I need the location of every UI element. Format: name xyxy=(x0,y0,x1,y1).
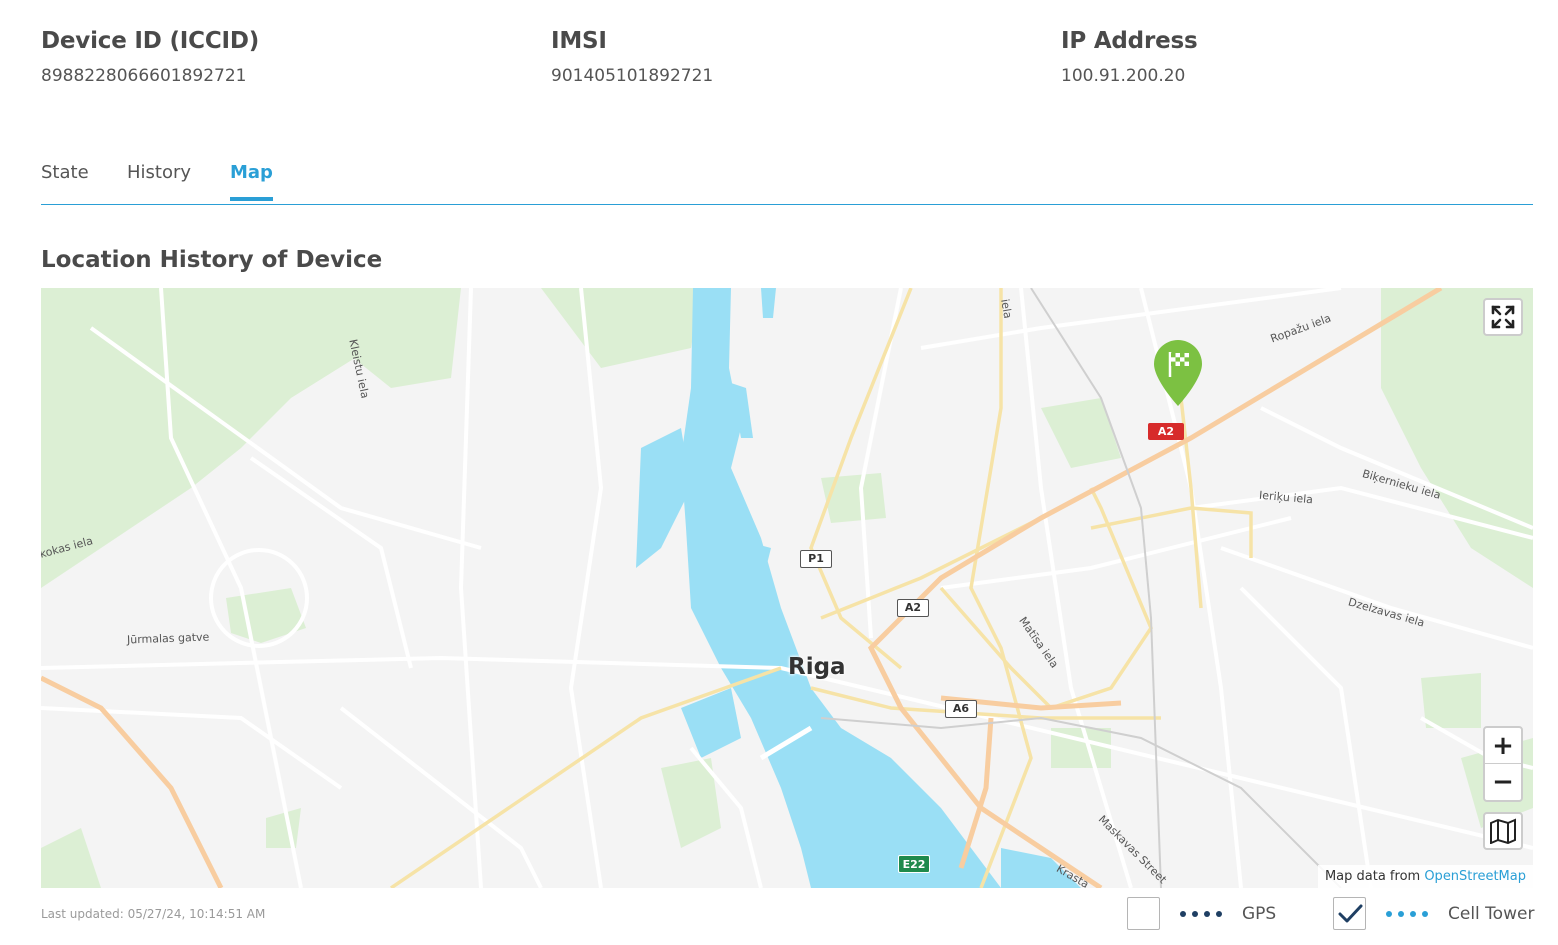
road-shield-a6: A6 xyxy=(945,700,977,718)
iccid-label: Device ID (ICCID) xyxy=(41,28,260,54)
imsi-block: IMSI 901405101892721 xyxy=(551,28,713,86)
last-updated: Last updated: 05/27/24, 10:14:51 AM xyxy=(41,907,266,921)
checkmark-icon xyxy=(1338,904,1362,922)
cell-tower-checkbox[interactable] xyxy=(1333,897,1366,930)
road-shield-e22: E22 xyxy=(898,855,930,873)
cell-tower-label: Cell Tower xyxy=(1448,903,1535,924)
expand-arrows-icon xyxy=(1491,305,1515,329)
checkered-flag-pin-icon xyxy=(1154,340,1202,406)
city-label: Riga xyxy=(788,654,846,680)
gps-label: GPS xyxy=(1242,903,1277,924)
tab-bar: State History Map xyxy=(41,160,1533,205)
section-title: Location History of Device xyxy=(41,247,383,273)
gps-checkbox[interactable] xyxy=(1127,897,1160,930)
road-shield-a2-top: A2 xyxy=(1148,423,1184,440)
gps-dots-icon xyxy=(1180,910,1222,917)
zoom-in-button[interactable]: + xyxy=(1485,728,1521,764)
imsi-value: 901405101892721 xyxy=(551,66,714,86)
zoom-out-button[interactable]: − xyxy=(1485,764,1521,800)
map-attribution: Map data from OpenStreetMap xyxy=(1317,865,1533,888)
map-fold-icon xyxy=(1490,818,1516,844)
ip-label: IP Address xyxy=(1061,28,1198,54)
road-shield-p1: P1 xyxy=(800,550,832,568)
tab-map[interactable]: Map xyxy=(230,162,273,201)
attribution-prefix: Map data from xyxy=(1324,869,1421,884)
tab-state[interactable]: State xyxy=(41,162,89,197)
legend-cell-tower: Cell Tower xyxy=(1333,897,1534,930)
road-shield-a2-center: A2 xyxy=(897,599,929,617)
legend-gps: GPS xyxy=(1127,897,1276,930)
location-marker[interactable] xyxy=(1152,338,1204,408)
map-tiles xyxy=(41,288,1533,888)
iccid-value: 8988228066601892721 xyxy=(41,66,247,86)
openstreetmap-link[interactable]: OpenStreetMap xyxy=(1424,869,1526,884)
cell-tower-dots-icon xyxy=(1386,910,1428,917)
map-view[interactable]: Kleistu iela iela Ropažu iela Biķernieku… xyxy=(41,288,1533,888)
iccid-block: Device ID (ICCID) 8988228066601892721 xyxy=(41,28,259,86)
ip-block: IP Address 100.91.200.20 xyxy=(1061,28,1198,86)
imsi-label: IMSI xyxy=(551,28,607,54)
tab-history[interactable]: History xyxy=(127,162,191,197)
zoom-controls: + − xyxy=(1483,726,1523,802)
fullscreen-button[interactable] xyxy=(1483,298,1523,336)
ip-value: 100.91.200.20 xyxy=(1061,66,1186,86)
map-layers-button[interactable] xyxy=(1483,812,1523,850)
